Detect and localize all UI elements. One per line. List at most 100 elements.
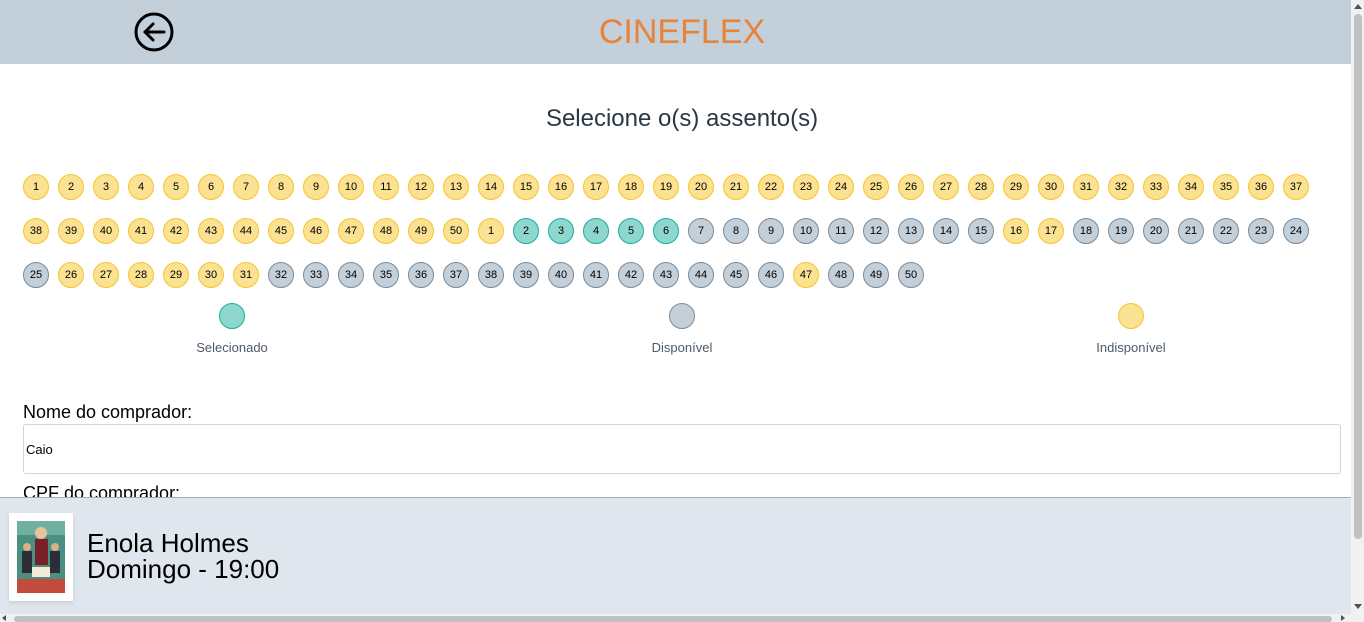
seat-unavailable[interactable]: 15 <box>513 174 539 200</box>
seat-unavailable[interactable]: 1 <box>23 174 49 200</box>
seat-unavailable[interactable]: 17 <box>583 174 609 200</box>
seat-available[interactable]: 9 <box>758 218 784 244</box>
seat-unavailable[interactable]: 37 <box>1283 174 1309 200</box>
seat-unavailable[interactable]: 50 <box>443 218 469 244</box>
seat-available[interactable]: 33 <box>303 262 329 288</box>
seat-unavailable[interactable]: 27 <box>933 174 959 200</box>
seat-unavailable[interactable]: 9 <box>303 174 329 200</box>
seat-unavailable[interactable]: 42 <box>163 218 189 244</box>
seat-unavailable[interactable]: 7 <box>233 174 259 200</box>
seat-available[interactable]: 48 <box>828 262 854 288</box>
scroll-right-icon[interactable] <box>1341 615 1345 621</box>
seat-available[interactable]: 25 <box>23 262 49 288</box>
seat-unavailable[interactable]: 46 <box>303 218 329 244</box>
seat-unavailable[interactable]: 29 <box>1003 174 1029 200</box>
seat-unavailable[interactable]: 38 <box>23 218 49 244</box>
seat-unavailable[interactable]: 8 <box>268 174 294 200</box>
seat-selected[interactable]: 5 <box>618 218 644 244</box>
seat-unavailable[interactable]: 33 <box>1143 174 1169 200</box>
seat-available[interactable]: 12 <box>863 218 889 244</box>
seat-unavailable[interactable]: 13 <box>443 174 469 200</box>
seat-unavailable[interactable]: 31 <box>1073 174 1099 200</box>
vertical-scrollbar[interactable] <box>1351 0 1364 622</box>
seat-unavailable[interactable]: 31 <box>233 262 259 288</box>
seat-selected[interactable]: 6 <box>653 218 679 244</box>
seat-available[interactable]: 44 <box>688 262 714 288</box>
seat-unavailable[interactable]: 16 <box>1003 218 1029 244</box>
seat-available[interactable]: 38 <box>478 262 504 288</box>
seat-available[interactable]: 40 <box>548 262 574 288</box>
seat-available[interactable]: 41 <box>583 262 609 288</box>
seat-available[interactable]: 13 <box>898 218 924 244</box>
seat-selected[interactable]: 2 <box>513 218 539 244</box>
seat-available[interactable]: 49 <box>863 262 889 288</box>
seat-unavailable[interactable]: 24 <box>828 174 854 200</box>
seat-available[interactable]: 43 <box>653 262 679 288</box>
seat-available[interactable]: 21 <box>1178 218 1204 244</box>
seat-unavailable[interactable]: 19 <box>653 174 679 200</box>
seat-available[interactable]: 32 <box>268 262 294 288</box>
seat-unavailable[interactable]: 4 <box>128 174 154 200</box>
seat-unavailable[interactable]: 36 <box>1248 174 1274 200</box>
seat-unavailable[interactable]: 32 <box>1108 174 1134 200</box>
seat-available[interactable]: 42 <box>618 262 644 288</box>
seat-unavailable[interactable]: 26 <box>58 262 84 288</box>
horizontal-scroll-thumb[interactable] <box>14 616 1332 622</box>
seat-available[interactable]: 50 <box>898 262 924 288</box>
buyer-name-input[interactable] <box>23 424 1341 474</box>
seat-unavailable[interactable]: 34 <box>1178 174 1204 200</box>
seat-unavailable[interactable]: 10 <box>338 174 364 200</box>
seat-unavailable[interactable]: 14 <box>478 174 504 200</box>
scroll-down-icon[interactable] <box>1354 604 1362 609</box>
seat-available[interactable]: 14 <box>933 218 959 244</box>
seat-unavailable[interactable]: 18 <box>618 174 644 200</box>
seat-unavailable[interactable]: 5 <box>163 174 189 200</box>
seat-available[interactable]: 11 <box>828 218 854 244</box>
seat-unavailable[interactable]: 48 <box>373 218 399 244</box>
seat-available[interactable]: 22 <box>1213 218 1239 244</box>
seat-unavailable[interactable]: 47 <box>338 218 364 244</box>
seat-unavailable[interactable]: 12 <box>408 174 434 200</box>
seat-available[interactable]: 7 <box>688 218 714 244</box>
seat-unavailable[interactable]: 30 <box>198 262 224 288</box>
seat-unavailable[interactable]: 16 <box>548 174 574 200</box>
seat-available[interactable]: 37 <box>443 262 469 288</box>
seat-available[interactable]: 39 <box>513 262 539 288</box>
seat-available[interactable]: 36 <box>408 262 434 288</box>
seat-unavailable[interactable]: 26 <box>898 174 924 200</box>
seat-selected[interactable]: 3 <box>548 218 574 244</box>
seat-available[interactable]: 46 <box>758 262 784 288</box>
seat-unavailable[interactable]: 41 <box>128 218 154 244</box>
seat-available[interactable]: 34 <box>338 262 364 288</box>
seat-unavailable[interactable]: 28 <box>128 262 154 288</box>
seat-unavailable[interactable]: 44 <box>233 218 259 244</box>
seat-unavailable[interactable]: 27 <box>93 262 119 288</box>
seat-unavailable[interactable]: 45 <box>268 218 294 244</box>
seat-selected[interactable]: 4 <box>583 218 609 244</box>
seat-unavailable[interactable]: 21 <box>723 174 749 200</box>
horizontal-scrollbar[interactable] <box>0 614 1351 622</box>
seat-available[interactable]: 23 <box>1248 218 1274 244</box>
seat-unavailable[interactable]: 49 <box>408 218 434 244</box>
seat-unavailable[interactable]: 39 <box>58 218 84 244</box>
seat-available[interactable]: 8 <box>723 218 749 244</box>
seat-available[interactable]: 20 <box>1143 218 1169 244</box>
seat-unavailable[interactable]: 2 <box>58 174 84 200</box>
seat-unavailable[interactable]: 35 <box>1213 174 1239 200</box>
seat-unavailable[interactable]: 28 <box>968 174 994 200</box>
seat-unavailable[interactable]: 47 <box>793 262 819 288</box>
scroll-left-icon[interactable] <box>2 615 6 621</box>
seat-unavailable[interactable]: 30 <box>1038 174 1064 200</box>
seat-unavailable[interactable]: 6 <box>198 174 224 200</box>
seat-available[interactable]: 15 <box>968 218 994 244</box>
scroll-up-icon[interactable] <box>1354 4 1362 9</box>
seat-unavailable[interactable]: 43 <box>198 218 224 244</box>
seat-available[interactable]: 10 <box>793 218 819 244</box>
seat-unavailable[interactable]: 1 <box>478 218 504 244</box>
seat-unavailable[interactable]: 23 <box>793 174 819 200</box>
seat-unavailable[interactable]: 3 <box>93 174 119 200</box>
seat-available[interactable]: 19 <box>1108 218 1134 244</box>
seat-unavailable[interactable]: 11 <box>373 174 399 200</box>
seat-unavailable[interactable]: 20 <box>688 174 714 200</box>
seat-available[interactable]: 24 <box>1283 218 1309 244</box>
